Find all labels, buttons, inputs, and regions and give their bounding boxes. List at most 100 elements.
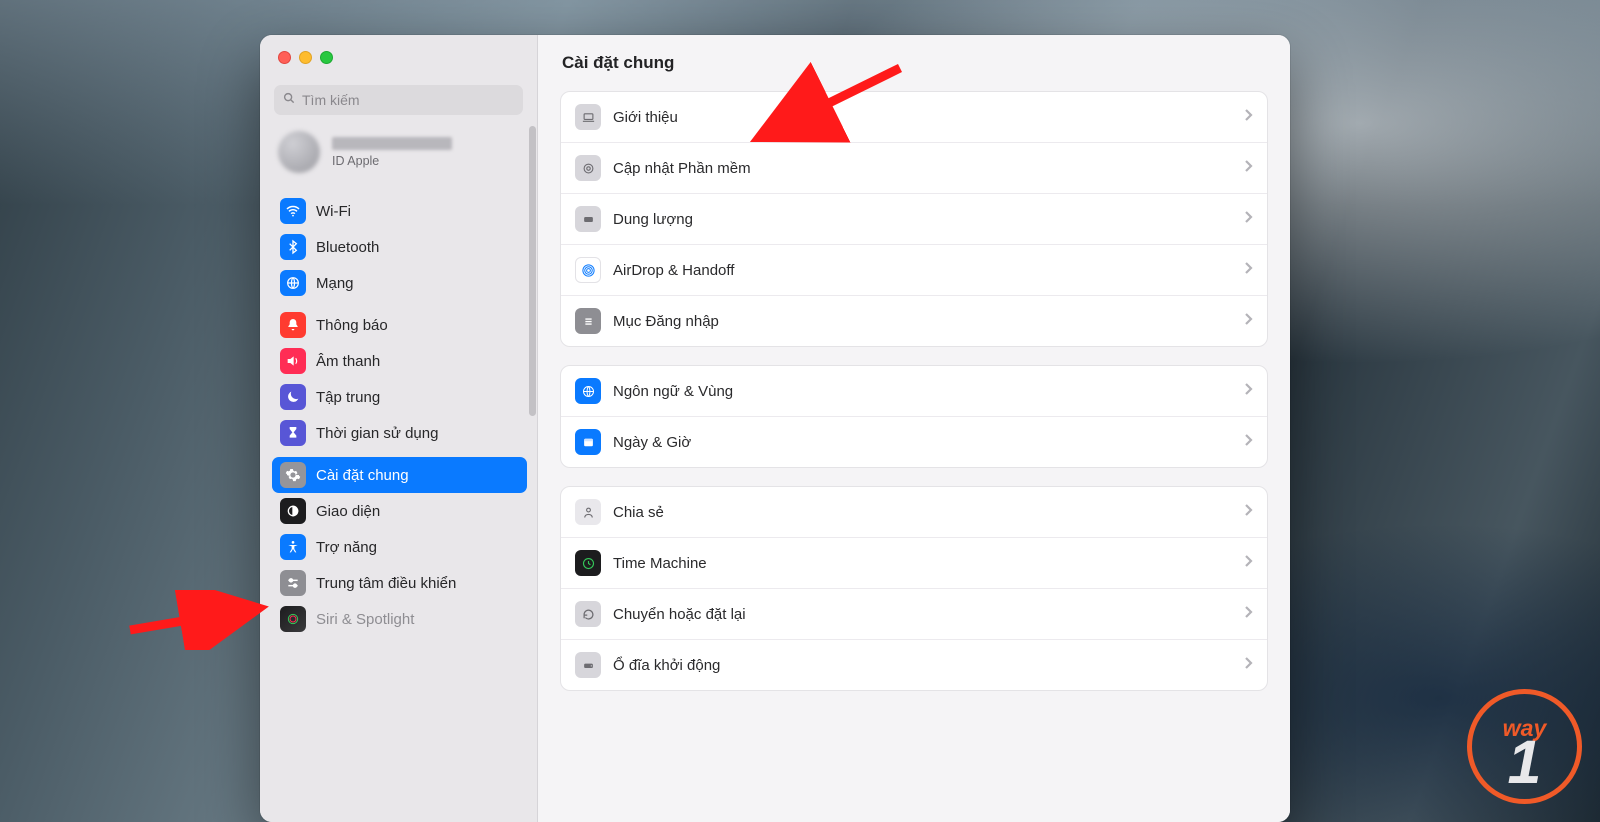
- chevron-right-icon: [1244, 554, 1253, 572]
- timemachine-icon: [575, 550, 601, 576]
- sidebar-item-label: Thông báo: [316, 317, 388, 334]
- sidebar-scrollbar[interactable]: [529, 126, 536, 416]
- sidebar-item-label: Trung tâm điều khiển: [316, 575, 456, 592]
- row-sharing[interactable]: Chia sẻ: [561, 487, 1267, 537]
- laptop-icon: [575, 104, 601, 130]
- row-storage[interactable]: Dung lượng: [561, 193, 1267, 244]
- startup-disk-icon: [575, 652, 601, 678]
- page-title: Cài đặt chung: [560, 49, 1268, 91]
- row-label: Ngày & Giờ: [613, 434, 1232, 451]
- row-label: AirDrop & Handoff: [613, 262, 1232, 279]
- gear-icon: [280, 462, 306, 488]
- row-login-items[interactable]: Mục Đăng nhập: [561, 295, 1267, 346]
- sidebar-item-wifi[interactable]: Wi-Fi: [272, 193, 527, 229]
- row-software-update[interactable]: Cập nhật Phần mềm: [561, 142, 1267, 193]
- sidebar-item-bluetooth[interactable]: Bluetooth: [272, 229, 527, 265]
- settings-group-3: Chia sẻ Time Machine Chuyển hoặc đặt lại: [560, 486, 1268, 691]
- chevron-right-icon: [1244, 382, 1253, 400]
- chevron-right-icon: [1244, 433, 1253, 451]
- sidebar-item-label: Siri & Spotlight: [316, 611, 414, 628]
- search-icon: [282, 91, 296, 110]
- row-startup-disk[interactable]: Ổ đĩa khởi động: [561, 639, 1267, 690]
- sidebar-item-accessibility[interactable]: Trợ năng: [272, 529, 527, 565]
- row-label: Cập nhật Phần mềm: [613, 160, 1232, 177]
- row-label: Chuyển hoặc đặt lại: [613, 606, 1232, 623]
- calendar-clock-icon: [575, 429, 601, 455]
- row-label: Chia sẻ: [613, 504, 1232, 521]
- moon-icon: [280, 384, 306, 410]
- globe-icon: [575, 378, 601, 404]
- chevron-right-icon: [1244, 605, 1253, 623]
- row-language-region[interactable]: Ngôn ngữ & Vùng: [561, 366, 1267, 416]
- row-label: Time Machine: [613, 555, 1232, 572]
- account-subtitle: ID Apple: [332, 154, 452, 168]
- avatar: [278, 131, 320, 173]
- settings-group-2: Ngôn ngữ & Vùng Ngày & Giờ: [560, 365, 1268, 468]
- close-window-button[interactable]: [278, 51, 291, 64]
- zoom-window-button[interactable]: [320, 51, 333, 64]
- row-about[interactable]: Giới thiệu: [561, 92, 1267, 142]
- bell-icon: [280, 312, 306, 338]
- row-label: Dung lượng: [613, 211, 1232, 228]
- sidebar-item-siri-spotlight[interactable]: Siri & Spotlight: [272, 601, 527, 637]
- reset-icon: [575, 601, 601, 627]
- sidebar-item-screentime[interactable]: Thời gian sử dụng: [272, 415, 527, 451]
- airdrop-icon: [575, 257, 601, 283]
- row-label: Ngôn ngữ & Vùng: [613, 383, 1232, 400]
- system-settings-window: ID Apple Wi-Fi Bluetooth: [260, 35, 1290, 822]
- sidebar-item-label: Bluetooth: [316, 239, 379, 256]
- chevron-right-icon: [1244, 159, 1253, 177]
- row-label: Giới thiệu: [613, 109, 1232, 126]
- globe-icon: [280, 270, 306, 296]
- sliders-icon: [280, 570, 306, 596]
- siri-icon: [280, 606, 306, 632]
- chevron-right-icon: [1244, 312, 1253, 330]
- row-date-time[interactable]: Ngày & Giờ: [561, 416, 1267, 467]
- sidebar-item-general[interactable]: Cài đặt chung: [272, 457, 527, 493]
- sidebar-item-sound[interactable]: Âm thanh: [272, 343, 527, 379]
- main-content: Cài đặt chung Giới thiệu Cập nhật Phần m…: [538, 35, 1290, 822]
- row-transfer-reset[interactable]: Chuyển hoặc đặt lại: [561, 588, 1267, 639]
- wifi-icon: [280, 198, 306, 224]
- row-label: Mục Đăng nhập: [613, 313, 1232, 330]
- minimize-window-button[interactable]: [299, 51, 312, 64]
- row-label: Ổ đĩa khởi động: [613, 657, 1232, 674]
- sidebar-item-focus[interactable]: Tập trung: [272, 379, 527, 415]
- list-icon: [575, 308, 601, 334]
- search-field[interactable]: [274, 85, 523, 115]
- chevron-right-icon: [1244, 261, 1253, 279]
- accessibility-icon: [280, 534, 306, 560]
- speaker-icon: [280, 348, 306, 374]
- hourglass-icon: [280, 420, 306, 446]
- sidebar-item-label: Âm thanh: [316, 353, 380, 370]
- search-input[interactable]: [302, 92, 515, 108]
- chevron-right-icon: [1244, 108, 1253, 126]
- sidebar-item-label: Thời gian sử dụng: [316, 425, 438, 442]
- window-controls: [260, 35, 537, 79]
- sidebar-item-appearance[interactable]: Giao diện: [272, 493, 527, 529]
- sidebar-item-network[interactable]: Mạng: [272, 265, 527, 301]
- row-airdrop-handoff[interactable]: AirDrop & Handoff: [561, 244, 1267, 295]
- sidebar-item-label: Tập trung: [316, 389, 380, 406]
- chevron-right-icon: [1244, 210, 1253, 228]
- sidebar-item-control-center[interactable]: Trung tâm điều khiển: [272, 565, 527, 601]
- sidebar-item-label: Mạng: [316, 275, 354, 292]
- account-name-redacted: [332, 137, 452, 150]
- watermark-logo: way 1: [1467, 689, 1582, 804]
- row-time-machine[interactable]: Time Machine: [561, 537, 1267, 588]
- svg-text:1: 1: [1508, 728, 1542, 796]
- chevron-right-icon: [1244, 656, 1253, 674]
- settings-group-1: Giới thiệu Cập nhật Phần mềm Dung lượng: [560, 91, 1268, 347]
- sidebar-item-label: Wi-Fi: [316, 203, 351, 220]
- sidebar-item-label: Trợ năng: [316, 539, 377, 556]
- chevron-right-icon: [1244, 503, 1253, 521]
- sidebar: ID Apple Wi-Fi Bluetooth: [260, 35, 538, 822]
- gear-refresh-icon: [575, 155, 601, 181]
- sidebar-item-label: Giao diện: [316, 503, 380, 520]
- bluetooth-icon: [280, 234, 306, 260]
- appearance-icon: [280, 498, 306, 524]
- disk-icon: [575, 206, 601, 232]
- sidebar-item-label: Cài đặt chung: [316, 467, 409, 484]
- sidebar-item-notifications[interactable]: Thông báo: [272, 307, 527, 343]
- sidebar-apple-id[interactable]: ID Apple: [272, 125, 527, 187]
